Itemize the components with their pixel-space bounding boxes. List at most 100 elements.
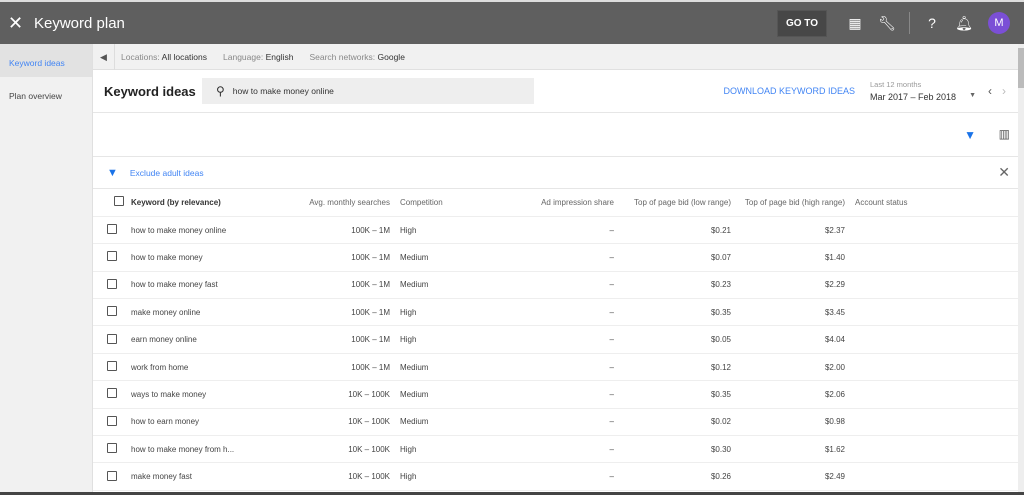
exclude-adult-ideas-chip[interactable]: Exclude adult ideas bbox=[130, 168, 204, 178]
keyword-cell: ways to make money bbox=[131, 380, 261, 409]
search-input[interactable]: ⚲ how to make money online bbox=[202, 78, 534, 104]
locations-filter[interactable]: Locations: All locations bbox=[121, 52, 207, 62]
account-status-cell bbox=[845, 298, 1018, 327]
col-bid-high[interactable]: Top of page bid (high range) bbox=[731, 189, 845, 217]
bid-high-cell: $2.37 bbox=[731, 216, 845, 245]
table-row[interactable]: make money online 100K – 1M High – $0.35… bbox=[93, 298, 1018, 327]
keyword-table: Keyword (by relevance) Avg. monthly sear… bbox=[93, 189, 1018, 491]
searches-cell: 10K – 100K bbox=[261, 408, 390, 437]
date-range-select[interactable]: Last 12 months Mar 2017 – Feb 2018 ▼ bbox=[870, 80, 980, 102]
bid-low-cell: $0.26 bbox=[614, 462, 731, 491]
col-keyword[interactable]: Keyword (by relevance) bbox=[131, 189, 261, 217]
keyword-ideas-header: Keyword ideas ⚲ how to make money online… bbox=[93, 70, 1018, 113]
chevron-left-icon[interactable]: ‹ bbox=[988, 84, 992, 98]
row-checkbox[interactable] bbox=[93, 435, 131, 464]
col-avg-monthly-searches[interactable]: Avg. monthly searches bbox=[261, 189, 390, 217]
bid-high-cell: $2.29 bbox=[731, 271, 845, 300]
row-checkbox[interactable] bbox=[93, 298, 131, 327]
impression-share-cell: – bbox=[470, 462, 614, 491]
bid-high-cell: $3.45 bbox=[731, 298, 845, 327]
table-row[interactable]: make money fast 10K – 100K High – $0.26 … bbox=[93, 462, 1018, 491]
help-icon[interactable]: ? bbox=[916, 15, 948, 31]
account-status-cell bbox=[845, 380, 1018, 409]
table-row[interactable]: how to earn money 10K – 100K Medium – $0… bbox=[93, 408, 1018, 437]
keyword-cell: how to make money bbox=[131, 243, 261, 272]
go-to-button[interactable]: GO TO bbox=[776, 9, 827, 37]
table-row[interactable]: work from home 100K – 1M Medium – $0.12 … bbox=[93, 353, 1018, 382]
select-all-checkbox[interactable] bbox=[93, 189, 131, 217]
table-row[interactable]: earn money online 100K – 1M High – $0.05… bbox=[93, 325, 1018, 354]
row-checkbox[interactable] bbox=[93, 243, 131, 272]
account-status-cell bbox=[845, 462, 1018, 491]
top-bar: ✕ Keyword plan GO TO ▦ 🔧︎ ? 🔔︎ M bbox=[0, 0, 1024, 44]
table-row[interactable]: ways to make money 10K – 100K Medium – $… bbox=[93, 380, 1018, 409]
bid-low-cell: $0.07 bbox=[614, 243, 731, 272]
search-value: how to make money online bbox=[232, 86, 334, 96]
table-row[interactable]: how to make money from h... 10K – 100K H… bbox=[93, 435, 1018, 464]
searches-cell: 10K – 100K bbox=[261, 435, 390, 464]
impression-share-cell: – bbox=[470, 216, 614, 245]
competition-cell: High bbox=[390, 216, 470, 245]
filter-icon[interactable]: ▼ bbox=[964, 128, 976, 142]
bid-low-cell: $0.12 bbox=[614, 353, 731, 382]
row-checkbox[interactable] bbox=[93, 325, 131, 354]
account-status-cell bbox=[845, 243, 1018, 272]
row-checkbox[interactable] bbox=[93, 408, 131, 437]
account-status-cell bbox=[845, 325, 1018, 354]
row-checkbox[interactable] bbox=[93, 462, 131, 491]
searches-cell: 100K – 1M bbox=[261, 325, 390, 354]
columns-icon[interactable]: ▥ bbox=[999, 127, 1010, 141]
networks-filter[interactable]: Search networks: Google bbox=[309, 52, 404, 62]
sidebar-item-plan-overview[interactable]: Plan overview bbox=[0, 77, 92, 109]
bid-low-cell: $0.05 bbox=[614, 325, 731, 354]
keyword-cell: how to make money from h... bbox=[131, 435, 261, 464]
scrollbar[interactable] bbox=[1018, 44, 1024, 495]
table-row[interactable]: how to make money online 100K – 1M High … bbox=[93, 216, 1018, 245]
col-bid-low[interactable]: Top of page bid (low range) bbox=[614, 189, 731, 217]
language-filter[interactable]: Language: English bbox=[223, 52, 293, 62]
sidebar-item-keyword-ideas[interactable]: Keyword ideas bbox=[0, 44, 92, 77]
reports-icon[interactable]: ▦ bbox=[839, 15, 871, 32]
bid-low-cell: $0.35 bbox=[614, 298, 731, 327]
keyword-cell: how to make money fast bbox=[131, 271, 261, 300]
keyword-cell: make money fast bbox=[131, 462, 261, 491]
page-title: Keyword plan bbox=[34, 14, 125, 32]
competition-cell: High bbox=[390, 298, 470, 327]
bid-low-cell: $0.02 bbox=[614, 408, 731, 437]
account-status-cell bbox=[845, 216, 1018, 245]
col-competition[interactable]: Competition bbox=[390, 189, 470, 217]
bid-low-cell: $0.23 bbox=[614, 271, 731, 300]
searches-cell: 100K – 1M bbox=[261, 243, 390, 272]
bid-high-cell: $4.04 bbox=[731, 325, 845, 354]
account-status-cell bbox=[845, 353, 1018, 382]
close-icon[interactable]: ✕ bbox=[998, 164, 1010, 181]
col-ad-impression-share[interactable]: Ad impression share bbox=[470, 189, 614, 217]
impression-share-cell: – bbox=[470, 243, 614, 272]
chevron-right-icon[interactable]: › bbox=[1002, 84, 1006, 98]
table-row[interactable]: how to make money fast 100K – 1M Medium … bbox=[93, 271, 1018, 300]
avatar[interactable]: M bbox=[988, 12, 1010, 34]
section-title: Keyword ideas bbox=[104, 83, 196, 99]
bell-icon[interactable]: 🔔︎ bbox=[948, 15, 980, 32]
close-icon[interactable]: ✕ bbox=[8, 13, 26, 34]
row-checkbox[interactable] bbox=[93, 271, 131, 300]
col-account-status[interactable]: Account status bbox=[845, 189, 1018, 217]
impression-share-cell: – bbox=[470, 298, 614, 327]
collapse-icon[interactable]: ◀ bbox=[93, 43, 115, 70]
date-label: Last 12 months bbox=[870, 80, 922, 89]
competition-cell: Medium bbox=[390, 243, 470, 272]
competition-cell: Medium bbox=[390, 380, 470, 409]
impression-share-cell: – bbox=[470, 325, 614, 354]
table-row[interactable]: how to make money 100K – 1M Medium – $0.… bbox=[93, 243, 1018, 272]
download-keyword-ideas-button[interactable]: DOWNLOAD KEYWORD IDEAS bbox=[723, 86, 855, 96]
bid-high-cell: $1.62 bbox=[731, 435, 845, 464]
dropdown-icon: ▼ bbox=[969, 92, 976, 99]
row-checkbox[interactable] bbox=[93, 353, 131, 382]
impression-share-cell: – bbox=[470, 353, 614, 382]
bid-high-cell: $2.00 bbox=[731, 353, 845, 382]
row-checkbox[interactable] bbox=[93, 380, 131, 409]
wrench-icon[interactable]: 🔧︎ bbox=[871, 15, 903, 32]
competition-cell: Medium bbox=[390, 271, 470, 300]
sidebar: Keyword ideas Plan overview bbox=[0, 44, 93, 495]
row-checkbox[interactable] bbox=[93, 216, 131, 245]
